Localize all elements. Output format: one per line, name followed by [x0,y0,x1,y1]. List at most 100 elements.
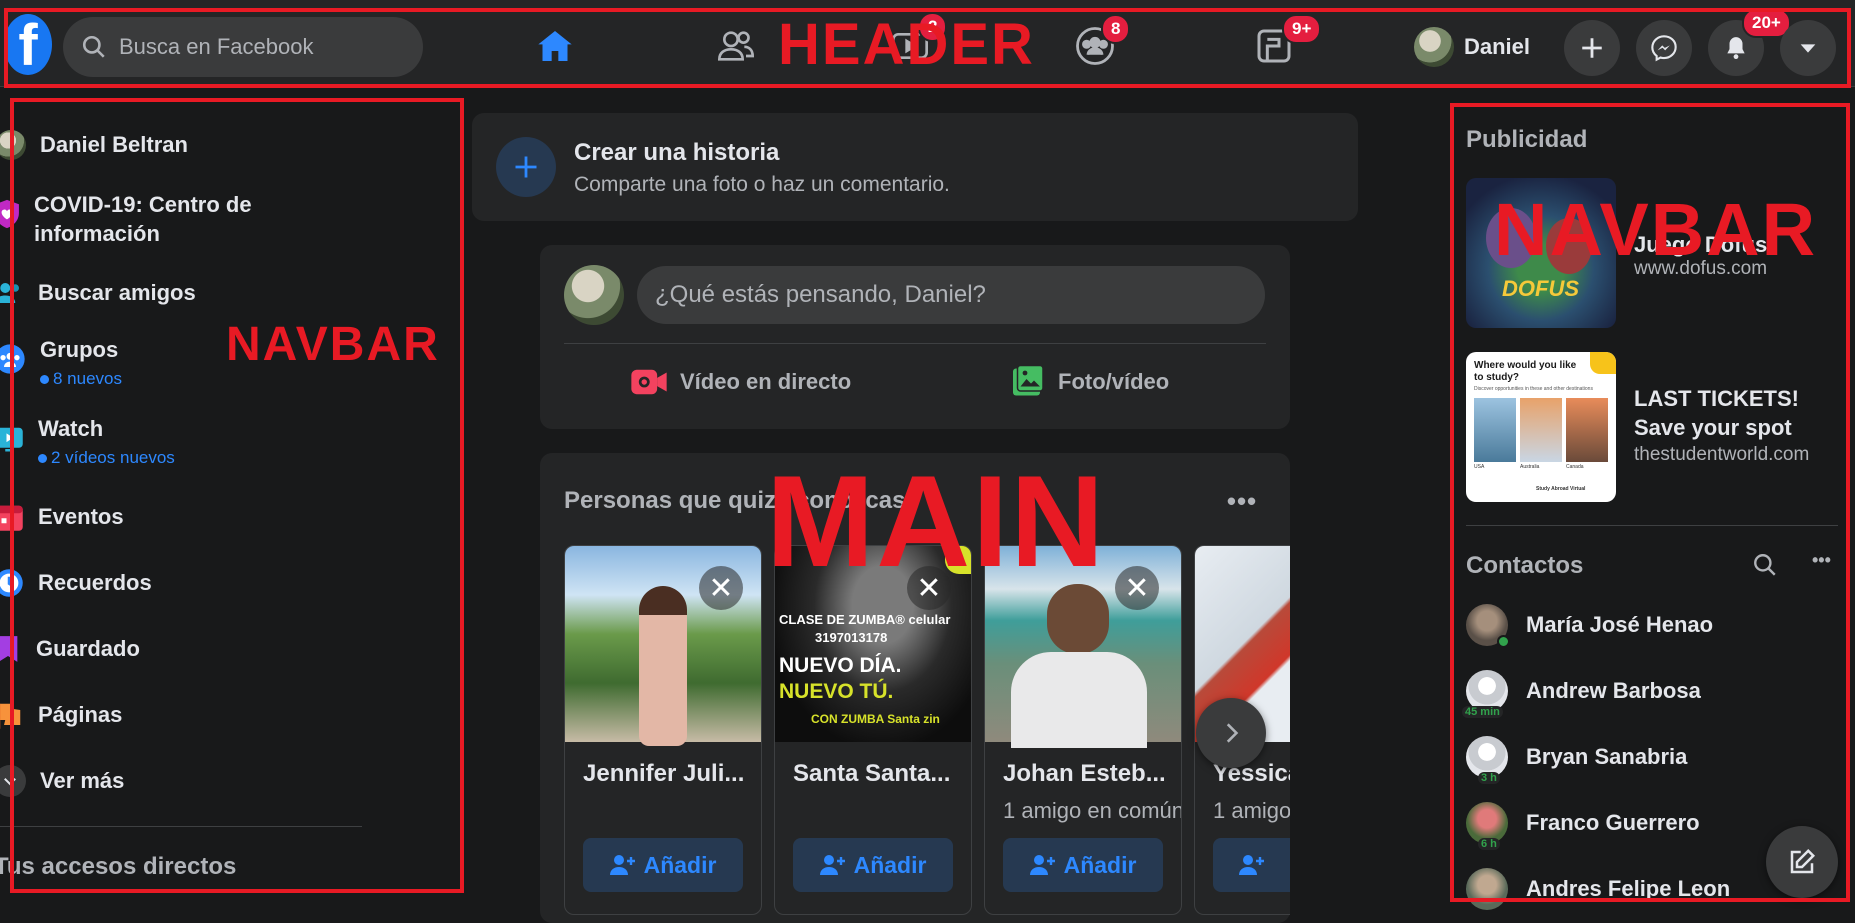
ad-title[interactable]: LAST TICKETS! Save your spot [1634,384,1844,442]
tab-groups[interactable]: 8 [1065,20,1125,72]
account-menu-button[interactable] [1780,20,1836,76]
add-friend-button[interactable]: Añadir [583,838,743,892]
contact-avatar [1466,604,1508,646]
sidebar-item-label: Buscar amigos [38,280,196,306]
photo-video-button[interactable]: Foto/vídeo [1010,357,1169,407]
add-friend-button[interactable]: Añadir [1003,838,1163,892]
find-friends-icon [0,278,24,308]
sidebar-item-pages[interactable]: Páginas [0,700,122,730]
ad-line-1: CLASE DE ZUMBA® celular [779,612,950,627]
tab-gaming[interactable]: 9+ [1244,20,1304,72]
sidebar-item-groups[interactable]: Grupos8 nuevos [0,337,122,389]
ad-image-sub: Discover opportunities in these and othe… [1474,386,1610,392]
sidebar-item-saved[interactable]: Guardado [0,634,140,664]
photo-icon [1010,364,1046,400]
person-name[interactable]: Santa Santa... [793,760,950,788]
tab-watch[interactable]: 2 [880,20,940,72]
add-friend-button[interactable]: Añadir [793,838,953,892]
contact-item[interactable]: 6 h Franco Guerrero [1466,802,1700,844]
contact-item[interactable]: 45 min Andrew Barbosa [1466,670,1701,712]
contacts-search-button[interactable] [1752,552,1778,583]
new-message-button[interactable] [1766,826,1838,898]
sidebar-item-memories[interactable]: Recuerdos [0,568,152,598]
contact-item[interactable]: María José Henao [1466,604,1713,646]
pymk-title: Personas que quizá conozcas [564,487,905,515]
person-head [1047,584,1109,654]
search-icon [1752,552,1778,578]
contact-item[interactable]: Andres Felipe Leon [1466,868,1730,910]
notifications-button[interactable]: 20+ [1708,20,1764,76]
ad-domain[interactable]: thestudentworld.com [1634,444,1809,466]
composer-avatar [564,265,624,325]
contact-name: Bryan Sanabria [1526,744,1687,770]
contact-item[interactable]: 3 h Bryan Sanabria [1466,736,1687,778]
search-placeholder: Busca en Facebook [119,34,313,60]
photo-australia [1520,398,1562,462]
person-name[interactable]: Johan Esteb... [1003,760,1166,788]
person-name[interactable]: Jennifer Juli... [583,760,744,788]
ad-image-footer: Study Abroad Virtual [1536,486,1585,492]
ad-image-dofus[interactable]: DOFUS [1466,178,1616,328]
ad-image-title: Where would you like to study? [1474,360,1584,384]
contact-avatar [1466,868,1508,910]
last-active: 3 h [1478,772,1500,784]
caret-down-icon [1797,37,1819,59]
sidebar-item-covid[interactable]: COVID-19: Centro de información [0,190,300,248]
top-header: f Busca en Facebook 2 8 9+ Daniel 20+ [0,0,1855,87]
ad-image-studentworld[interactable]: Where would you like to study? Discover … [1466,352,1616,502]
search-input[interactable]: Busca en Facebook [63,17,423,77]
carousel-next-button[interactable] [1196,698,1266,768]
add-label: Añadir [644,852,717,879]
sidebar-item-see-more[interactable]: Ver más [0,765,124,797]
person-card[interactable]: CLASE DE ZUMBA® celular 3197013178 NUEVO… [774,545,972,915]
person-card[interactable]: Johan Esteb... 1 amigo en común Añadir ✕ [984,545,1182,915]
sidebar-item-label: Grupos [40,337,118,362]
tab-friends[interactable] [706,20,766,72]
contact-name: Franco Guerrero [1526,810,1700,836]
mutual-friends[interactable]: 1 amigo [1213,798,1290,824]
create-story-card[interactable]: Crear una historia Comparte una foto o h… [472,113,1358,221]
ad-title[interactable]: Juego Dofus [1634,232,1824,258]
ad-domain[interactable]: www.dofus.com [1634,258,1767,280]
close-icon: ✕ [708,571,733,606]
ad-line-2: 3197013178 [815,630,887,645]
person-card[interactable]: Jennifer Juli... Añadir ✕ [564,545,762,915]
profile-chip[interactable]: Daniel [1414,22,1530,72]
tab-home[interactable] [525,20,585,72]
sidebar-item-events[interactable]: Eventos [0,502,124,532]
more-options-button[interactable]: ••• [1220,481,1264,521]
person-shirt [1011,652,1147,748]
dots-icon: ••• [1227,486,1257,517]
facebook-logo[interactable]: f [4,14,52,75]
chevron-down-icon [1,772,19,790]
add-friend-button[interactable] [1213,838,1290,892]
ad-character [1486,208,1536,268]
live-video-button[interactable]: Vídeo en directo [630,357,851,407]
sidebar-item-watch[interactable]: Watch2 vídeos nuevos [0,416,175,468]
create-button[interactable] [1564,20,1620,76]
messenger-button[interactable] [1636,20,1692,76]
watch-icon [0,424,24,454]
profile-name: Daniel [1464,34,1530,60]
sidebar-item-label: Watch [38,416,103,441]
close-icon: ✕ [916,571,941,606]
sidebar-item-profile[interactable]: Daniel Beltran [0,130,188,160]
ad-line-4: NUEVO TÚ. [779,680,893,704]
dismiss-button[interactable]: ✕ [1115,566,1159,610]
right-divider [1466,525,1838,526]
contact-avatar: 3 h [1466,736,1508,778]
dismiss-button[interactable]: ✕ [907,566,951,610]
shortcuts-title: Tus accesos directos [0,853,236,881]
add-story-button[interactable] [496,137,556,197]
online-indicator [1497,635,1510,648]
close-icon: ✕ [1124,571,1149,606]
contact-name: Andres Felipe Leon [1526,876,1730,902]
contacts-options-button[interactable]: ••• [1812,550,1831,571]
mutual-friends[interactable]: 1 amigo en común [1003,798,1182,824]
messenger-icon [1650,34,1678,62]
sidebar-item-find-friends[interactable]: Buscar amigos [0,278,196,308]
sidebar-item-label: COVID-19: Centro de información [34,190,300,248]
dismiss-button[interactable]: ✕ [699,566,743,610]
live-video-icon [630,367,668,397]
whats-on-your-mind-input[interactable]: ¿Qué estás pensando, Daniel? [637,266,1265,324]
